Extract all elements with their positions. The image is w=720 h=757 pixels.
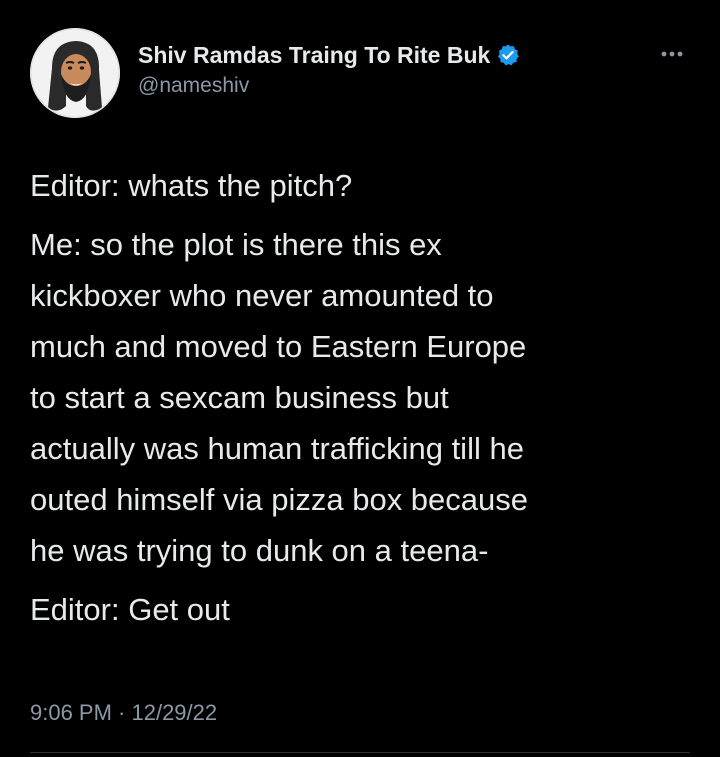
- more-horizontal-icon: [661, 51, 683, 57]
- tweet-paragraph: Me: so the plot is there this ex kickbox…: [30, 227, 529, 568]
- display-name[interactable]: Shiv Ramdas Traing To Rite Buk: [138, 42, 490, 69]
- more-options-button[interactable]: [652, 42, 692, 66]
- tweet-header: Shiv Ramdas Traing To Rite Buk @nameshiv: [30, 28, 690, 118]
- tweet-paragraph: Editor: Get out: [30, 592, 230, 627]
- verified-badge-icon: [496, 43, 520, 67]
- tweet-text: Editor: whats the pitch? Me: so the plot…: [30, 160, 690, 635]
- avatar[interactable]: [30, 28, 120, 118]
- tweet-paragraph: Editor: whats the pitch?: [30, 168, 353, 203]
- tweet: Shiv Ramdas Traing To Rite Buk @nameshiv…: [0, 0, 720, 757]
- divider: [30, 752, 690, 753]
- tweet-timestamp[interactable]: 9:06 PM · 12/29/22: [30, 700, 217, 726]
- author-names: Shiv Ramdas Traing To Rite Buk @nameshiv: [138, 40, 618, 98]
- author-handle[interactable]: @nameshiv: [138, 74, 618, 98]
- display-name-row: Shiv Ramdas Traing To Rite Buk: [138, 40, 618, 70]
- cartoon-bearded-man-avatar-icon: [30, 28, 120, 118]
